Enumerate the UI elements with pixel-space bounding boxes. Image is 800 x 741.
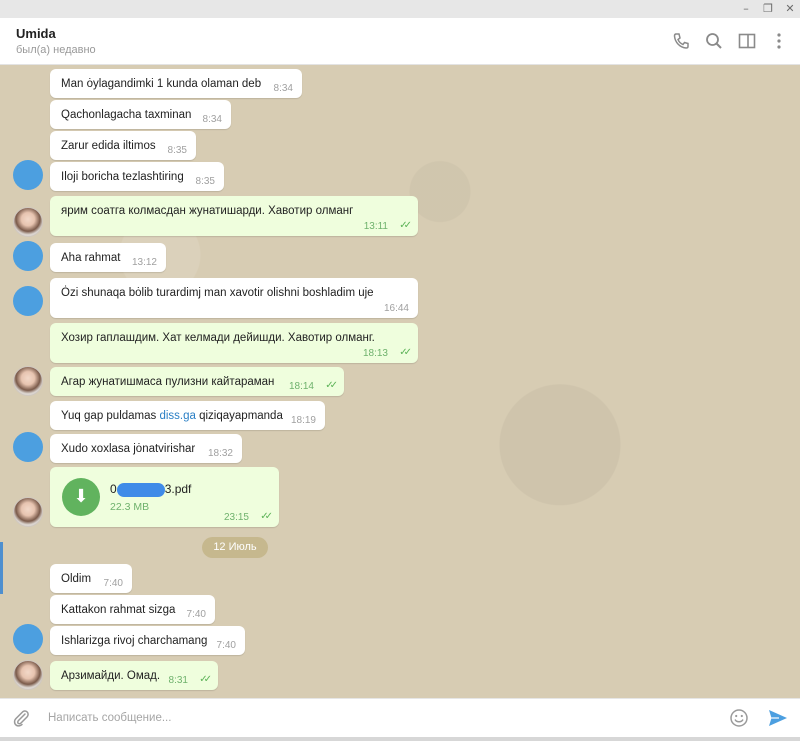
message-time: 13:12 <box>131 257 157 268</box>
paperclip-icon[interactable] <box>11 708 31 728</box>
message-time: 7:40 <box>216 640 236 651</box>
redacted-filename-blur <box>116 482 165 497</box>
message-bubble[interactable]: Qachonlagacha taxminan 8:34 <box>50 100 231 129</box>
chat-header: Umida был(а) недавно <box>0 18 800 65</box>
own-avatar[interactable] <box>13 366 43 396</box>
message-time: 18:14 <box>288 381 314 392</box>
message-bubble-outgoing[interactable]: Арзимайди. Омад. 8:31 ✓✓ <box>50 661 218 690</box>
message-history[interactable]: Man ȯylagandimki 1 kunda olaman deb 8:34… <box>0 65 800 698</box>
file-name[interactable]: 0 3.pdf <box>110 482 191 497</box>
message-input[interactable] <box>46 711 650 725</box>
read-ticks-icon: ✓✓ <box>199 674 212 685</box>
message-text: Арзимайди. Омад. <box>61 670 161 682</box>
file-message-outgoing[interactable]: ⬇ 0 3.pdf 22.3 MB 23:15 ✓✓ <box>50 467 279 527</box>
message-bubble[interactable]: Ishlarizga rivoj charchamang 7:40 <box>50 626 245 655</box>
emoji-icon[interactable] <box>729 708 749 728</box>
message-time: 16:44 <box>383 303 409 314</box>
read-ticks-icon: ✓✓ <box>260 511 273 522</box>
sidebar-toggle-icon[interactable] <box>737 31 757 51</box>
minimize-button[interactable]: – <box>739 2 753 16</box>
message-bubble[interactable]: Kattakon rahmat sizga 7:40 <box>50 595 215 624</box>
read-ticks-icon: ✓✓ <box>399 347 412 358</box>
message-bubble[interactable]: Iloji boricha tezlashtiring 8:35 <box>50 162 224 191</box>
message-bubble[interactable]: Oldim 7:40 <box>50 564 132 593</box>
message-text: Oldim <box>61 573 92 585</box>
message-bubble-outgoing[interactable]: ярим соатга колмасдан жунатишарди. Хавот… <box>50 196 418 236</box>
message-text: Iloji boricha tezlashtiring <box>61 171 184 183</box>
message-text: Qachonlagacha taxminan <box>61 109 192 121</box>
message-bubble[interactable]: Ȯzi shunaqa bȯlib turardimj man xavotir … <box>50 278 418 318</box>
contact-avatar[interactable] <box>13 160 43 190</box>
message-time: 8:35 <box>167 145 187 156</box>
message-bubble-outgoing[interactable]: Хозир гаплашдим. Хат келмади дейишди. Ха… <box>50 323 418 363</box>
message-time: 18:13 <box>362 348 388 359</box>
message-time: 8:31 <box>168 675 188 686</box>
message-text: Zarur edida iltimos <box>61 140 156 152</box>
more-vertical-icon[interactable] <box>769 31 789 51</box>
contact-avatar[interactable] <box>13 432 43 462</box>
message-text: Агар жунатишмаса пулизни кайтараман <box>61 376 275 388</box>
close-button[interactable]: ✕ <box>783 2 797 16</box>
message-text: Ishlarizga rivoj charchamang <box>61 635 208 647</box>
message-bubble[interactable]: Zarur edida iltimos 8:35 <box>50 131 196 160</box>
read-ticks-icon: ✓✓ <box>325 380 338 391</box>
message-time: 8:35 <box>195 176 215 187</box>
message-text: Aha rahmat <box>61 252 121 264</box>
message-time: 13:11 <box>363 221 388 232</box>
message-text: Хозир гаплашдим. Хат келмади дейишди. Ха… <box>61 332 375 344</box>
message-text: Man ȯylagandimki 1 kunda olaman deb <box>61 78 262 90</box>
message-time: 8:34 <box>273 83 293 94</box>
read-ticks-icon: ✓✓ <box>399 220 412 231</box>
message-time: 23:15 <box>223 512 249 523</box>
message-time: 7:40 <box>186 609 206 620</box>
message-composer <box>0 698 800 738</box>
message-text: Ȯzi shunaqa bȯlib turardimj man xavotir … <box>61 287 374 299</box>
message-text: ярим соатга колмасдан жунатишарди. Хавот… <box>61 205 354 217</box>
file-size: 22.3 MB <box>110 501 150 513</box>
message-time: 18:19 <box>290 415 316 426</box>
download-icon[interactable]: ⬇ <box>62 478 100 516</box>
window-title-bar: – ❐ ✕ <box>0 0 800 18</box>
contact-avatar[interactable] <box>13 286 43 316</box>
send-icon[interactable] <box>767 708 789 728</box>
message-bubble[interactable]: Man ȯylagandimki 1 kunda olaman deb 8:34 <box>50 69 302 98</box>
search-icon[interactable] <box>704 31 724 51</box>
message-time: 7:40 <box>103 578 123 589</box>
own-avatar[interactable] <box>13 660 43 690</box>
message-bubble[interactable]: Yuq gap puldamas diss.ga qiziqayapmanda … <box>50 401 325 430</box>
message-bubble[interactable]: Xudo xoxlasa jȯnatvirishar 18:32 <box>50 434 242 463</box>
contact-name[interactable]: Umida <box>16 26 56 41</box>
restore-button[interactable]: ❐ <box>761 2 775 16</box>
message-link[interactable]: diss.ga <box>159 410 195 422</box>
own-avatar[interactable] <box>13 497 43 527</box>
message-time: 18:32 <box>207 448 233 459</box>
message-time: 8:34 <box>202 114 222 125</box>
message-text: Xudo xoxlasa jȯnatvirishar <box>61 443 196 455</box>
message-text: Kattakon rahmat sizga <box>61 604 176 616</box>
date-separator: 12 Июль <box>202 537 268 558</box>
message-text: Yuq gap puldamas diss.ga qiziqayapmanda <box>61 410 283 422</box>
contact-avatar[interactable] <box>13 624 43 654</box>
window-edge-accent <box>0 542 3 594</box>
message-bubble[interactable]: Aha rahmat 13:12 <box>50 243 166 272</box>
contact-status: был(а) недавно <box>16 44 96 56</box>
taskbar-strip <box>0 737 800 741</box>
phone-icon[interactable] <box>671 31 691 51</box>
own-avatar[interactable] <box>13 207 43 237</box>
message-bubble-outgoing[interactable]: Агар жунатишмаса пулизни кайтараман 18:1… <box>50 367 344 396</box>
contact-avatar[interactable] <box>13 241 43 271</box>
